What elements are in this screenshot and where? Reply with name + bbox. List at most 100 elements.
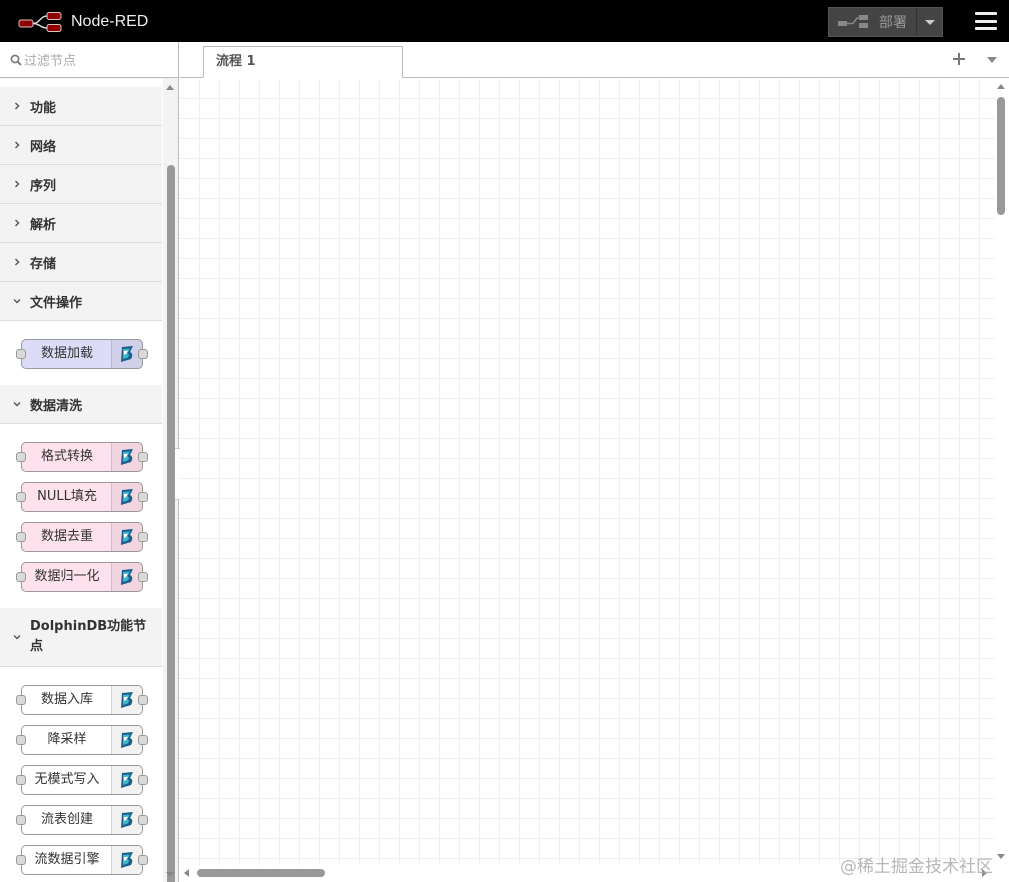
canvas-horizontal-thumb[interactable]: [197, 869, 325, 877]
output-port: [138, 349, 148, 359]
palette-category-header[interactable]: DolphinDB功能节点: [0, 608, 162, 666]
scroll-left-icon[interactable]: [184, 869, 189, 877]
palette-category-header[interactable]: 网络: [0, 126, 162, 164]
scroll-down-icon[interactable]: [166, 872, 174, 877]
palette-node-label: 数据去重: [40, 529, 93, 544]
app-title: Node-RED: [71, 13, 149, 30]
filter-input[interactable]: 过滤节点: [24, 50, 76, 69]
palette-node[interactable]: 数据去重: [16, 522, 148, 552]
scroll-down-icon[interactable]: [997, 854, 1005, 859]
palette-node[interactable]: 流表创建: [16, 805, 148, 835]
deploy-icon: [838, 15, 868, 28]
palette-category-nodes: 数据加载: [0, 321, 162, 377]
palette-node-label: 流表创建: [40, 812, 93, 827]
output-port: [138, 572, 148, 582]
dolphindb-icon: [121, 732, 133, 748]
palette-node[interactable]: 降采样: [16, 725, 148, 755]
output-port: [138, 532, 148, 542]
deploy-button[interactable]: 部署: [828, 7, 943, 37]
palette-node-label: 数据归一化: [34, 569, 100, 584]
palette-node[interactable]: 数据加载: [16, 339, 148, 369]
dolphindb-icon: [121, 569, 133, 585]
palette-category-header[interactable]: 数据清洗: [0, 385, 162, 423]
palette-category[interactable]: DolphinDB功能节点: [0, 608, 162, 667]
palette-category[interactable]: 序列: [0, 165, 162, 204]
palette-category[interactable]: 文件操作: [0, 282, 162, 321]
dolphindb-icon: [121, 692, 133, 708]
hamburger-line: [975, 27, 997, 30]
palette-category-label: 存储: [30, 256, 57, 272]
output-port: [138, 855, 148, 865]
output-port: [138, 492, 148, 502]
palette-category[interactable]: 功能: [0, 87, 162, 126]
node-palette: 过滤节点 功能网络序列解析存储文件操作数据加载数据清洗格式转换 NULL填充 数据去…: [0, 42, 179, 882]
dolphindb-icon: [121, 489, 133, 505]
chevron-down-icon: [13, 635, 21, 640]
palette-category-nodes: 格式转换 NULL填充 数据去重数据归一化: [0, 424, 162, 600]
palette-category[interactable]: 网络: [0, 126, 162, 165]
dolphindb-icon: [121, 852, 133, 868]
add-flow-icon[interactable]: [951, 51, 967, 67]
palette-category-header[interactable]: 文件操作: [0, 282, 162, 320]
header-bar: Node-RED 部署: [0, 0, 1009, 42]
palette-category-header[interactable]: 序列: [0, 165, 162, 203]
palette-node-label: 流数据引擎: [34, 852, 100, 867]
tab-flow-1[interactable]: 流程 1: [203, 46, 403, 78]
palette-node[interactable]: NULL填充: [16, 482, 148, 512]
canvas-vertical-thumb[interactable]: [997, 97, 1005, 215]
flow-canvas[interactable]: [180, 79, 995, 865]
dolphindb-icon: [121, 812, 133, 828]
chevron-right-icon: [15, 219, 20, 227]
palette-node[interactable]: 流数据引擎: [16, 845, 148, 875]
search-icon: [10, 54, 22, 66]
main-menu-button[interactable]: [975, 12, 997, 30]
palette-category[interactable]: 解析: [0, 204, 162, 243]
palette-node[interactable]: 数据入库: [16, 685, 148, 715]
palette-category-label: 序列: [30, 178, 57, 194]
palette-node-label: 数据加载: [40, 346, 93, 361]
palette-category-label: 解析: [30, 217, 57, 233]
palette-node-label: 无模式写入: [34, 772, 100, 787]
workspace-tabs: 流程 1: [180, 42, 1009, 78]
scroll-up-icon[interactable]: [997, 84, 1005, 89]
palette-category[interactable]: 存储: [0, 243, 162, 282]
output-port: [138, 452, 148, 462]
palette-filter[interactable]: 过滤节点: [0, 42, 178, 78]
palette-node-label: 格式转换: [40, 449, 93, 464]
logo: Node-RED: [18, 11, 148, 33]
palette-category-header[interactable]: 存储: [0, 243, 162, 281]
deploy-options-button[interactable]: [916, 8, 942, 36]
palette-category-header[interactable]: 功能: [0, 87, 162, 125]
palette-category[interactable]: 数据清洗: [0, 385, 162, 424]
hamburger-menu-icon: [975, 12, 997, 15]
chevron-right-icon: [15, 258, 20, 266]
dolphindb-icon: [121, 346, 133, 362]
palette-scroll-thumb[interactable]: [167, 165, 175, 882]
chevron-right-icon: [15, 180, 20, 188]
dolphindb-icon: [121, 772, 133, 788]
flow-list-menu-icon[interactable]: [987, 57, 997, 63]
palette-category-label: 功能: [30, 100, 57, 116]
palette-node[interactable]: 数据归一化: [16, 562, 148, 592]
palette-category-label: 网络: [30, 139, 57, 155]
palette-node-label: 数据入库: [40, 692, 93, 707]
caret-down-icon: [924, 19, 935, 25]
dolphindb-icon: [121, 449, 133, 465]
scroll-up-icon[interactable]: [166, 85, 174, 90]
deploy-label: 部署: [879, 15, 907, 31]
chevron-right-icon: [15, 141, 20, 149]
canvas-vertical-scrollbar[interactable]: [995, 79, 1009, 865]
chevron-right-icon: [15, 102, 20, 110]
node-red-logo-icon: [18, 12, 62, 32]
palette-node-label: 降采样: [47, 732, 87, 747]
chevron-down-icon: [13, 402, 21, 407]
hamburger-line: [975, 19, 997, 23]
palette-node[interactable]: 格式转换: [16, 442, 148, 472]
palette-node-label: NULL填充: [37, 489, 97, 504]
output-port: [138, 735, 148, 745]
palette-category-header[interactable]: 解析: [0, 204, 162, 242]
palette-node[interactable]: 无模式写入: [16, 765, 148, 795]
watermark: @稀土掘金技术社区: [840, 857, 993, 877]
output-port: [138, 815, 148, 825]
output-port: [138, 695, 148, 705]
